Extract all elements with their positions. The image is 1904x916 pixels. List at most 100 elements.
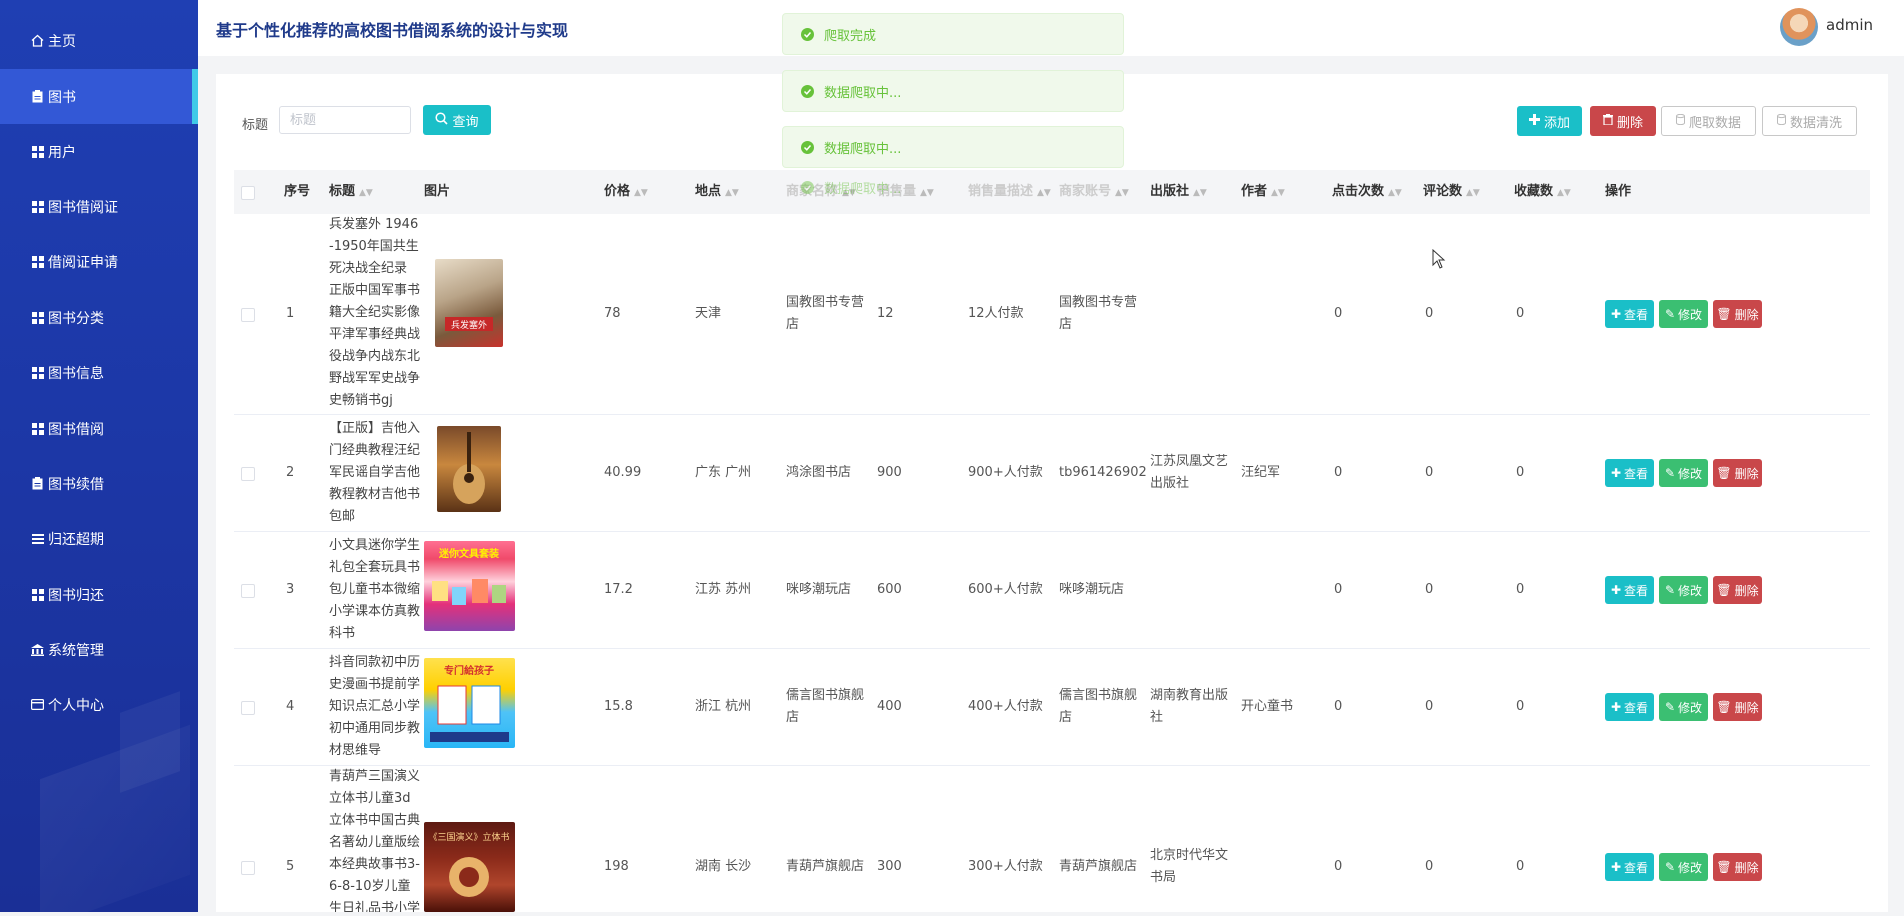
- delete-button[interactable]: 🗑 删除: [1713, 576, 1762, 604]
- cell-comments: 0: [1425, 465, 1434, 480]
- row-checkbox[interactable]: [241, 467, 255, 481]
- cell-author: 汪纪军: [1241, 465, 1281, 480]
- sidebar-item-library-card[interactable]: 图书借阅证: [0, 179, 198, 234]
- toast-message: 数据爬取中...: [782, 126, 1124, 168]
- row-checkbox[interactable]: [241, 584, 255, 598]
- sidebar-item-home[interactable]: 主页: [0, 13, 198, 68]
- cell-favorites: 0: [1516, 859, 1525, 874]
- grid-icon: [31, 311, 44, 324]
- row-checkbox[interactable]: [241, 701, 255, 715]
- cell-sales-desc: 600+人付款: [968, 582, 1043, 597]
- delete-label: 删除: [1616, 115, 1643, 131]
- sidebar-item-return[interactable]: 图书归还: [0, 567, 198, 622]
- avatar[interactable]: [1780, 8, 1818, 46]
- cell-shop-account: 咪哆潮玩店: [1059, 582, 1125, 597]
- page-title: 基于个性化推荐的高校图书借阅系统的设计与实现: [216, 21, 569, 40]
- add-button[interactable]: 添加: [1517, 106, 1582, 136]
- delete-button[interactable]: 🗑 删除: [1713, 459, 1762, 487]
- sidebar-item-overdue[interactable]: 归还超期: [0, 511, 198, 566]
- cell-location: 湖南 长沙: [695, 859, 752, 874]
- username[interactable]: admin: [1826, 16, 1873, 34]
- sidebar-item-renew[interactable]: 图书续借: [0, 456, 198, 511]
- book-cover-image[interactable]: 《三国演义》立体书: [424, 822, 515, 912]
- row-checkbox[interactable]: [241, 308, 255, 322]
- plus-icon: ✚: [1610, 466, 1622, 480]
- sidebar-item-borrow[interactable]: 图书借阅: [0, 401, 198, 456]
- book-cover-image[interactable]: 迷你文具套装: [424, 541, 515, 631]
- th-location[interactable]: 地点 ▲▼: [695, 170, 739, 214]
- edit-icon: ✎: [1664, 700, 1676, 714]
- clean-data-button[interactable]: 数据清洗: [1762, 106, 1857, 136]
- crawl-data-button[interactable]: 爬取数据: [1661, 106, 1756, 136]
- th-price[interactable]: 价格 ▲▼: [604, 170, 648, 214]
- grid-icon: [31, 366, 44, 379]
- select-all-checkbox[interactable]: [241, 186, 255, 200]
- th-author[interactable]: 作者 ▲▼: [1241, 170, 1285, 214]
- edit-button[interactable]: ✎ 修改: [1659, 300, 1708, 328]
- plus-icon: [1528, 113, 1540, 129]
- edit-button[interactable]: ✎ 修改: [1659, 576, 1708, 604]
- cell-shop: 儒言图书旗舰店: [786, 688, 865, 725]
- search-title-label: 标题: [242, 118, 269, 133]
- sidebar-item-label: 用户: [48, 144, 76, 161]
- table-row: 4 抖音同款初中历史漫画书提前学知识点汇总小学初中通用同步教材思维导 专门給孩子…: [234, 649, 1870, 766]
- cell-sales-desc: 300+人付款: [968, 859, 1043, 874]
- edit-button[interactable]: ✎ 修改: [1659, 853, 1708, 881]
- th-comments[interactable]: 评论数 ▲▼: [1423, 170, 1480, 214]
- sidebar-item-users[interactable]: 用户: [0, 124, 198, 179]
- sort-icon: ▲▼: [1466, 188, 1480, 198]
- sidebar-item-profile[interactable]: 个人中心: [0, 677, 198, 732]
- sidebar-item-card-application[interactable]: 借阅证申请: [0, 234, 198, 289]
- sidebar-item-label: 图书归还: [48, 587, 104, 604]
- edit-button[interactable]: ✎ 修改: [1659, 459, 1708, 487]
- delete-button[interactable]: 🗑 删除: [1713, 853, 1762, 881]
- th-title[interactable]: 标题 ▲▼: [329, 170, 373, 214]
- book-cover-image[interactable]: [437, 426, 501, 512]
- sidebar-item-label: 主页: [48, 33, 76, 50]
- delete-button[interactable]: 🗑 删除: [1713, 693, 1762, 721]
- table-row: 2 【正版】吉他入门经典教程汪纪军民谣自学吉他教程教材吉他书包邮 40.99 广…: [234, 415, 1870, 532]
- view-button[interactable]: ✚ 查看: [1605, 853, 1654, 881]
- view-button[interactable]: ✚ 查看: [1605, 300, 1654, 328]
- cell-price: 78: [604, 306, 621, 321]
- view-button[interactable]: ✚ 查看: [1605, 693, 1654, 721]
- svg-text:《三国演义》立体书: 《三国演义》立体书: [428, 831, 509, 843]
- book-cover-image[interactable]: 兵发塞外: [435, 259, 503, 347]
- edit-button[interactable]: ✎ 修改: [1659, 693, 1708, 721]
- view-button[interactable]: ✚ 查看: [1605, 576, 1654, 604]
- cell-clicks: 0: [1334, 582, 1343, 597]
- query-label: 查询: [452, 114, 479, 130]
- cell-shop-account: 国教图书专营店: [1059, 295, 1138, 332]
- cell-sales-desc: 400+人付款: [968, 699, 1043, 714]
- book-cover-image[interactable]: 专门給孩子: [424, 658, 515, 748]
- cell-clicks: 0: [1334, 859, 1343, 874]
- th-publisher[interactable]: 出版社 ▲▼: [1150, 170, 1207, 214]
- th-favorites[interactable]: 收藏数 ▲▼: [1514, 170, 1571, 214]
- search-input[interactable]: [279, 106, 411, 134]
- sidebar-item-books[interactable]: 图书: [0, 69, 198, 124]
- trash-icon: 🗑: [1716, 583, 1732, 597]
- bulk-delete-button[interactable]: 删除: [1590, 106, 1656, 136]
- row-checkbox[interactable]: [241, 861, 255, 875]
- cell-shop: 国教图书专营店: [786, 295, 865, 332]
- sidebar-item-book-category[interactable]: 图书分类: [0, 290, 198, 345]
- edit-icon: ✎: [1664, 583, 1676, 597]
- database-icon: [1776, 113, 1786, 129]
- query-button[interactable]: 查询: [423, 105, 491, 135]
- sidebar-item-book-info[interactable]: 图书信息: [0, 345, 198, 400]
- cell-shop-account: 儒言图书旗舰店: [1059, 688, 1138, 725]
- svg-text:迷你文具套装: 迷你文具套装: [438, 547, 499, 560]
- th-clicks[interactable]: 点击次数 ▲▼: [1332, 170, 1402, 214]
- cell-price: 17.2: [604, 582, 633, 597]
- sort-icon: ▲▼: [359, 188, 373, 198]
- sidebar-item-system[interactable]: 系统管理: [0, 622, 198, 677]
- cell-title: 兵发塞外 1946-1950年国共生死决战全纪录 正版中国军事书籍大全纪实影像平…: [329, 217, 421, 408]
- plus-icon: ✚: [1610, 307, 1622, 321]
- add-label: 添加: [1543, 115, 1570, 131]
- toast-message: 爬取完成: [782, 13, 1124, 55]
- cell-location: 浙江 杭州: [695, 699, 752, 714]
- cell-index: 2: [286, 465, 295, 480]
- delete-button[interactable]: 🗑 删除: [1713, 300, 1762, 328]
- crawl-label: 爬取数据: [1688, 115, 1741, 131]
- view-button[interactable]: ✚ 查看: [1605, 459, 1654, 487]
